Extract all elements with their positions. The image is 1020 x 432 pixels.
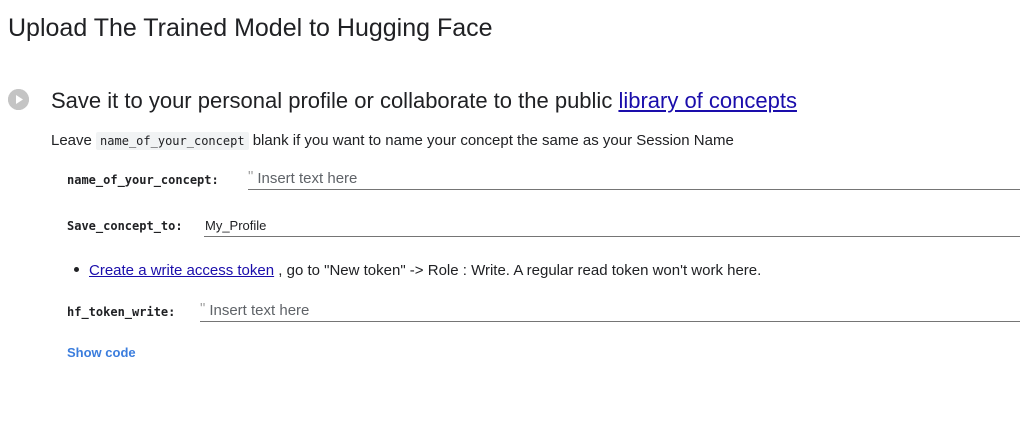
cell-heading-text: Save it to your personal profile or coll…: [51, 88, 619, 113]
save-concept-to-value: My_Profile: [205, 217, 267, 233]
save-concept-to-select[interactable]: My_Profile: [204, 214, 1020, 237]
desc-after: blank if you want to name your concept t…: [248, 132, 734, 149]
desc-before: Leave: [51, 132, 97, 149]
play-circle-icon: [8, 89, 29, 110]
token-instruction: Create a write access token , go to "New…: [74, 261, 761, 281]
inline-code: name_of_your_concept: [96, 132, 249, 150]
notebook-page: Upload The Trained Model to Hugging Face…: [0, 0, 1020, 432]
concept-name-label: name_of_your_concept:: [67, 173, 219, 187]
hf-token-write-label: hf_token_write:: [67, 305, 176, 319]
run-cell-button[interactable]: [8, 89, 29, 110]
hf-token-write-field[interactable]: " Insert text here: [200, 300, 1020, 322]
save-concept-to-label: Save_concept_to:: [67, 219, 183, 233]
cell-heading: Save it to your personal profile or coll…: [51, 86, 797, 116]
hf-token-write-placeholder: Insert text here: [209, 302, 310, 319]
concept-name-field[interactable]: " Insert text here: [248, 168, 1020, 190]
library-of-concepts-link[interactable]: library of concepts: [618, 88, 797, 113]
cell-description: Leave name_of_your_concept blank if you …: [51, 131, 734, 151]
show-code-link[interactable]: Show code: [67, 345, 136, 360]
bullet-icon: [74, 267, 79, 272]
token-instruction-text: , go to "New token" -> Role : Write. A r…: [274, 262, 762, 279]
create-write-token-link[interactable]: Create a write access token: [89, 262, 274, 279]
string-quote-icon: ": [248, 168, 254, 185]
string-quote-icon: ": [200, 300, 206, 317]
section-title: Upload The Trained Model to Hugging Face: [8, 14, 493, 42]
concept-name-placeholder: Insert text here: [257, 170, 358, 187]
